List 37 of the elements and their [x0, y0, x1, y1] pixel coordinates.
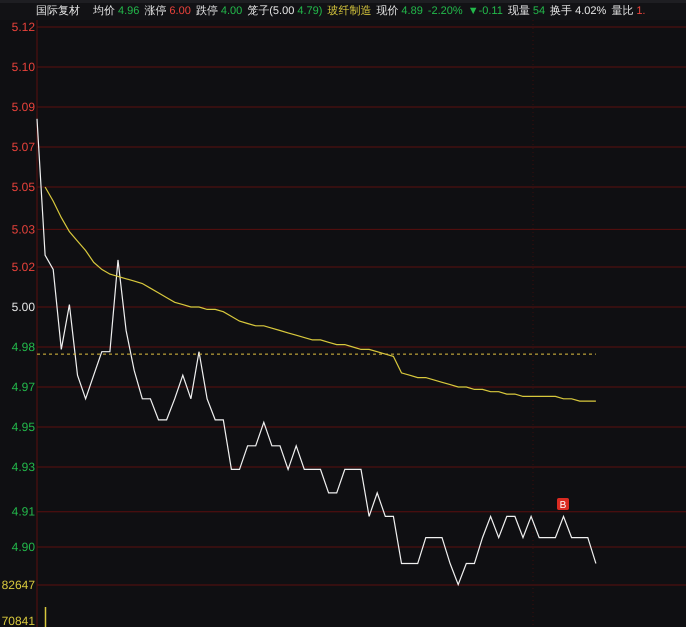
- axis-label: 5.12: [12, 20, 35, 34]
- field-label: 跌停: [196, 4, 218, 20]
- axis-label: 4.93: [12, 460, 35, 474]
- buy-marker: B: [557, 498, 569, 511]
- field-label: 量比: [611, 4, 634, 20]
- volume-axis-label: 82647: [2, 578, 35, 592]
- field-label: 涨停: [144, 4, 166, 20]
- axis-label: 5.03: [12, 222, 35, 236]
- field-value: 4.79): [297, 4, 322, 20]
- axis-label: 4.95: [12, 420, 35, 434]
- axis-label: 4.90: [12, 540, 35, 554]
- field-value: ▼-0.11: [468, 4, 503, 20]
- field-value: 6.00: [169, 4, 191, 20]
- axis-label: 5.05: [12, 180, 35, 194]
- axis-label: 5.07: [12, 140, 35, 154]
- field-label: 换手: [550, 4, 572, 20]
- field-value: 54: [532, 4, 546, 20]
- field-label: 笼子(5.00: [247, 4, 294, 20]
- stock-name: 国际复材: [36, 4, 80, 20]
- axis-label: 5.00: [12, 300, 35, 314]
- field-value: 1.: [636, 4, 646, 20]
- axis-label: 4.97: [12, 380, 35, 394]
- field-label: 现量: [508, 4, 530, 20]
- sector-label: 玻纤制造: [327, 4, 372, 20]
- axis-label: 5.09: [12, 100, 35, 114]
- field-value: 4.02%: [575, 4, 606, 20]
- field-label: 现价: [376, 4, 398, 20]
- field-value: 4.96: [118, 4, 140, 20]
- field-label: 均价: [93, 4, 115, 20]
- field-value: 4.00: [220, 4, 242, 20]
- axis-label: 5.02: [12, 260, 35, 274]
- axis-label: 4.98: [12, 340, 35, 354]
- axis-label: 4.91: [12, 504, 35, 519]
- volume-axis-label: 70841: [2, 614, 35, 627]
- field-value: -2.20%: [428, 4, 463, 20]
- field-value: 4.89: [401, 4, 423, 20]
- axis-label: 5.10: [12, 60, 35, 74]
